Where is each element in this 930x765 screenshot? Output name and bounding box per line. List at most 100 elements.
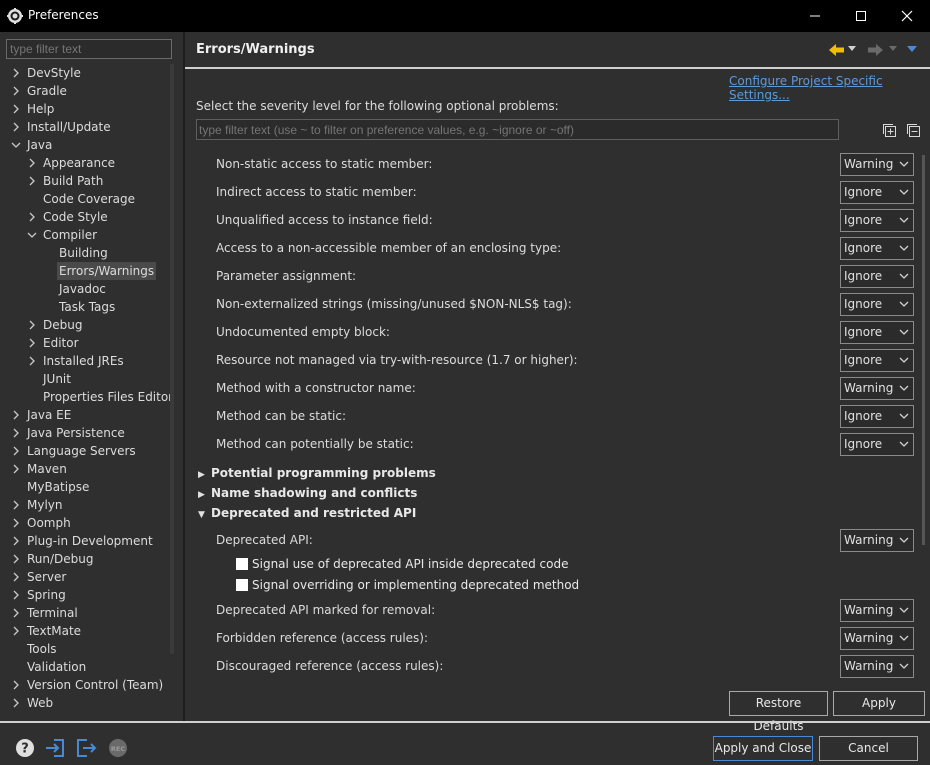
restore-defaults-button[interactable]: Restore Defaults: [729, 691, 828, 733]
cancel-button[interactable]: Cancel: [819, 736, 918, 761]
tree-item-code-coverage[interactable]: Code Coverage: [5, 190, 171, 208]
maximize-button[interactable]: [838, 0, 884, 32]
chevron-right-icon[interactable]: [11, 586, 21, 604]
tree-item-java-persistence[interactable]: Java Persistence: [5, 424, 171, 442]
tree-item-java[interactable]: Java: [5, 136, 171, 154]
chevron-right-icon[interactable]: [11, 496, 21, 514]
tree-item-code-style[interactable]: Code Style: [5, 208, 171, 226]
deprecated-overriding-checkbox-row[interactable]: Signal overriding or implementing deprec…: [236, 578, 579, 592]
tree-item-tools[interactable]: Tools: [5, 640, 171, 658]
chevron-right-icon[interactable]: [11, 532, 21, 550]
tree-scrollbar[interactable]: [170, 64, 174, 654]
tree-item-errors-warnings[interactable]: Errors/Warnings: [5, 262, 171, 280]
forbidden-reference-combo[interactable]: Warning: [840, 627, 914, 650]
tree-item-terminal[interactable]: Terminal: [5, 604, 171, 622]
section-deprecated-restricted-api[interactable]: ▼ Deprecated and restricted API: [198, 506, 416, 520]
tree-item-javadoc[interactable]: Javadoc: [5, 280, 171, 298]
section-potential-programming-problems[interactable]: ▶ Potential programming problems: [198, 466, 436, 480]
chevron-right-icon[interactable]: [11, 100, 21, 118]
tree-item-run-debug[interactable]: Run/Debug: [5, 550, 171, 568]
panel-divider[interactable]: [183, 32, 185, 721]
tree-item-editor[interactable]: Editor: [5, 334, 171, 352]
chevron-right-icon[interactable]: [27, 316, 37, 334]
chevron-right-icon[interactable]: [11, 442, 21, 460]
chevron-right-icon[interactable]: [11, 550, 21, 568]
options-scrollbar[interactable]: [922, 155, 925, 545]
minimize-button[interactable]: [792, 0, 838, 32]
chevron-right-icon[interactable]: [11, 406, 21, 424]
forward-menu-chevron-down-icon[interactable]: [889, 46, 897, 52]
severity-combo[interactable]: Ignore: [840, 405, 914, 428]
tree-item-spring[interactable]: Spring: [5, 586, 171, 604]
tree-item-install-update[interactable]: Install/Update: [5, 118, 171, 136]
deprecated-inside-deprecated-checkbox-row[interactable]: Signal use of deprecated API inside depr…: [236, 557, 568, 571]
severity-combo[interactable]: Ignore: [840, 293, 914, 316]
chevron-right-icon[interactable]: [11, 460, 21, 478]
chevron-right-icon[interactable]: [11, 514, 21, 532]
tree-item-java-ee[interactable]: Java EE: [5, 406, 171, 424]
tree-item-web[interactable]: Web: [5, 694, 171, 712]
chevron-right-icon[interactable]: [11, 676, 21, 694]
chevron-right-icon[interactable]: [11, 64, 21, 82]
problem-filter-input[interactable]: [196, 119, 839, 140]
tree-item-junit[interactable]: JUnit: [5, 370, 171, 388]
tree-item-devstyle[interactable]: DevStyle: [5, 64, 171, 82]
apply-button[interactable]: Apply: [833, 691, 925, 716]
tree-item-task-tags[interactable]: Task Tags: [5, 298, 171, 316]
tree-item-help[interactable]: Help: [5, 100, 171, 118]
export-icon[interactable]: [75, 737, 97, 759]
checkbox[interactable]: [236, 579, 248, 591]
tree-item-textmate[interactable]: TextMate: [5, 622, 171, 640]
chevron-right-icon[interactable]: [27, 154, 37, 172]
severity-combo[interactable]: Ignore: [840, 433, 914, 456]
tree-item-mylyn[interactable]: Mylyn: [5, 496, 171, 514]
tree-item-maven[interactable]: Maven: [5, 460, 171, 478]
severity-combo[interactable]: Ignore: [840, 181, 914, 204]
tree-item-server[interactable]: Server: [5, 568, 171, 586]
chevron-right-icon[interactable]: [27, 208, 37, 226]
help-icon[interactable]: ?: [14, 737, 36, 759]
chevron-right-icon[interactable]: [27, 334, 37, 352]
chevron-right-icon[interactable]: [11, 604, 21, 622]
tree-item-oomph[interactable]: Oomph: [5, 514, 171, 532]
close-button[interactable]: [884, 0, 930, 32]
expand-all-icon[interactable]: [881, 122, 897, 138]
chevron-right-icon[interactable]: [11, 118, 21, 136]
tree-item-validation[interactable]: Validation: [5, 658, 171, 676]
apply-and-close-button[interactable]: Apply and Close: [713, 736, 813, 761]
chevron-right-icon[interactable]: [11, 622, 21, 640]
chevron-right-icon[interactable]: [27, 352, 37, 370]
chevron-right-icon[interactable]: [11, 694, 21, 712]
back-icon[interactable]: [828, 42, 846, 58]
tree-item-compiler[interactable]: Compiler: [5, 226, 171, 244]
chevron-down-icon[interactable]: [27, 226, 37, 244]
chevron-down-icon[interactable]: [11, 136, 21, 154]
tree-item-version-control-team[interactable]: Version Control (Team): [5, 676, 171, 694]
tree-item-build-path[interactable]: Build Path: [5, 172, 171, 190]
severity-combo[interactable]: Ignore: [840, 321, 914, 344]
severity-combo[interactable]: Warning: [840, 153, 914, 176]
tree-item-debug[interactable]: Debug: [5, 316, 171, 334]
checkbox[interactable]: [236, 558, 248, 570]
tree-item-language-servers[interactable]: Language Servers: [5, 442, 171, 460]
severity-combo[interactable]: Ignore: [840, 349, 914, 372]
severity-combo[interactable]: Ignore: [840, 209, 914, 232]
deprecated-removal-combo[interactable]: Warning: [840, 599, 914, 622]
chevron-right-icon[interactable]: [27, 172, 37, 190]
back-menu-chevron-down-icon[interactable]: [848, 46, 856, 52]
tree-item-mybatipse[interactable]: MyBatipse: [5, 478, 171, 496]
chevron-right-icon[interactable]: [11, 568, 21, 586]
section-name-shadowing[interactable]: ▶ Name shadowing and conflicts: [198, 486, 417, 500]
forward-icon[interactable]: [866, 42, 884, 58]
view-menu-chevron-down-icon[interactable]: [907, 46, 917, 53]
tree-item-installed-jres[interactable]: Installed JREs: [5, 352, 171, 370]
tree-item-appearance[interactable]: Appearance: [5, 154, 171, 172]
tree-item-plug-in-development[interactable]: Plug-in Development: [5, 532, 171, 550]
chevron-right-icon[interactable]: [11, 82, 21, 100]
tree-item-building[interactable]: Building: [5, 244, 171, 262]
preference-filter-input[interactable]: [6, 39, 172, 59]
severity-combo[interactable]: Ignore: [840, 265, 914, 288]
severity-combo[interactable]: Warning: [840, 377, 914, 400]
severity-combo[interactable]: Ignore: [840, 237, 914, 260]
tree-item-gradle[interactable]: Gradle: [5, 82, 171, 100]
